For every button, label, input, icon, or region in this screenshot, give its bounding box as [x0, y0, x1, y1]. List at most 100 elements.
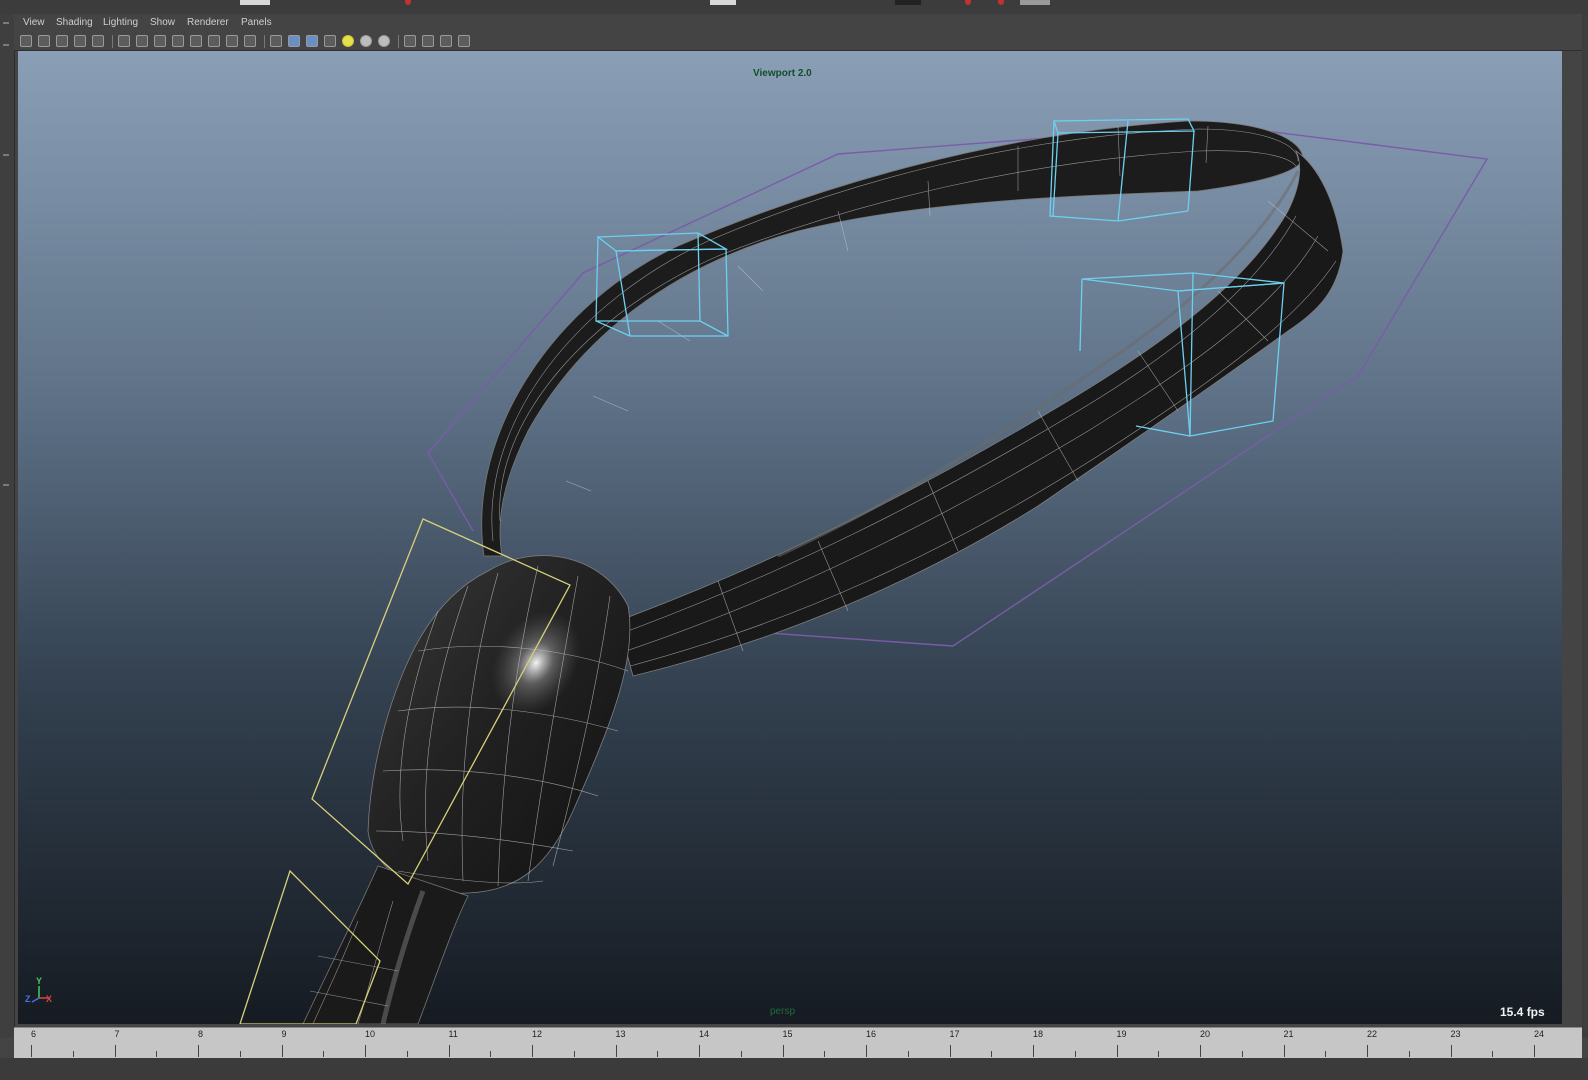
- viewport-3d[interactable]: Viewport 2.0 persp 15.4 fps Y Z X: [18, 51, 1562, 1024]
- default-lighting-icon[interactable]: [342, 35, 354, 47]
- right-gutter: [1582, 14, 1588, 1038]
- grid-icon[interactable]: [136, 35, 148, 47]
- frame-number: 24: [1534, 1029, 1545, 1039]
- top-chip-icon[interactable]: [240, 0, 270, 5]
- frame-tick-minor: [1408, 1051, 1410, 1057]
- top-chip-icon[interactable]: [895, 0, 921, 5]
- node-editor-icon[interactable]: [458, 35, 470, 47]
- frame-tick: [448, 1045, 450, 1057]
- frame-tick-minor: [824, 1051, 826, 1057]
- smooth-shade-icon[interactable]: [288, 35, 300, 47]
- menu-shading[interactable]: Shading: [56, 17, 93, 28]
- grease-pencil-icon[interactable]: [118, 35, 130, 47]
- frame-tick-minor: [657, 1051, 659, 1057]
- frame-tick: [114, 1045, 116, 1057]
- backface-culling-icon[interactable]: [440, 35, 452, 47]
- frame-tick-minor: [490, 1051, 492, 1057]
- safe-title-icon[interactable]: [244, 35, 256, 47]
- frame-tick-minor: [907, 1051, 909, 1057]
- wireframe-icon[interactable]: [270, 35, 282, 47]
- gutter-tick: [3, 44, 9, 46]
- axis-gizmo: Y Z X: [24, 976, 64, 1006]
- frame-tick: [1367, 1045, 1368, 1057]
- frame-number: 17: [949, 1029, 960, 1039]
- top-chip-icon[interactable]: [1020, 0, 1050, 5]
- frame-number: 20: [1200, 1029, 1211, 1039]
- camera-select-icon[interactable]: [20, 35, 32, 47]
- panel-toolbar: [14, 33, 1582, 51]
- renderer-label: Viewport 2.0: [753, 68, 812, 79]
- time-slider[interactable]: 6 7 8 9 10 11 12 13 14 15 16 17 18 19 20 21 22 23 24: [14, 1027, 1582, 1059]
- menu-view[interactable]: View: [23, 17, 45, 28]
- frame-number: 11: [448, 1029, 458, 1039]
- frame-tick-minor: [1241, 1051, 1243, 1057]
- frame-tick: [615, 1045, 617, 1057]
- frame-tick-minor: [1158, 1051, 1160, 1057]
- toolbar-separator: [398, 35, 399, 48]
- frame-number: 12: [532, 1029, 543, 1039]
- xray-icon[interactable]: [324, 35, 336, 47]
- camera-attributes-icon[interactable]: [38, 35, 50, 47]
- bookmark-icon[interactable]: [56, 35, 68, 47]
- menu-panels[interactable]: Panels: [241, 17, 272, 28]
- record-icon[interactable]: [405, 0, 411, 5]
- frame-number: 19: [1116, 1029, 1127, 1039]
- left-tool-gutter: [0, 14, 15, 1038]
- image-plane-icon[interactable]: [74, 35, 86, 47]
- frame-number: 10: [365, 1029, 376, 1039]
- frame-tick-minor: [991, 1051, 993, 1057]
- ambient-occlusion-icon[interactable]: [378, 35, 390, 47]
- record-icon[interactable]: [998, 0, 1004, 5]
- gate-mask-icon[interactable]: [190, 35, 202, 47]
- wireframe-on-shaded-icon[interactable]: [306, 35, 318, 47]
- frame-number: 21: [1283, 1029, 1294, 1039]
- scene-canvas[interactable]: [18, 51, 1562, 1024]
- top-status-strip: [0, 0, 1588, 15]
- xray-joints-icon[interactable]: [422, 35, 434, 47]
- resolution-gate-icon[interactable]: [172, 35, 184, 47]
- frame-tick-minor: [323, 1051, 325, 1057]
- gutter-tick: [3, 484, 9, 486]
- top-chip-icon[interactable]: [710, 0, 736, 5]
- bottom-strip: [0, 1058, 1588, 1080]
- record-icon[interactable]: [965, 0, 971, 5]
- shadows-icon[interactable]: [360, 35, 372, 47]
- film-gate-icon[interactable]: [154, 35, 166, 47]
- frame-tick: [1450, 1045, 1452, 1057]
- frame-tick: [1534, 1045, 1535, 1057]
- frame-tick-minor: [72, 1051, 74, 1057]
- frame-tick-minor: [1492, 1051, 1494, 1057]
- toolbar-separator: [112, 35, 113, 48]
- frame-number: 8: [198, 1029, 204, 1039]
- safe-action-icon[interactable]: [226, 35, 238, 47]
- frame-tick: [198, 1045, 199, 1057]
- tie-knot[interactable]: [367, 555, 631, 894]
- frame-tick: [31, 1045, 32, 1057]
- frame-tick: [532, 1045, 533, 1057]
- field-chart-icon[interactable]: [208, 35, 220, 47]
- tie-body[interactable]: [302, 865, 469, 1024]
- menu-show[interactable]: Show: [150, 17, 175, 28]
- frame-tick-minor: [406, 1051, 408, 1057]
- frame-number: 23: [1450, 1029, 1461, 1039]
- frame-number: 13: [615, 1029, 626, 1039]
- menu-renderer[interactable]: Renderer: [187, 17, 229, 28]
- frame-tick: [949, 1045, 951, 1057]
- frame-number: 18: [1033, 1029, 1044, 1039]
- toolbar-separator: [264, 35, 265, 48]
- menu-lighting[interactable]: Lighting: [103, 17, 138, 28]
- frame-tick-minor: [239, 1051, 241, 1057]
- frame-tick: [1116, 1045, 1118, 1057]
- axis-z-label: Z: [25, 994, 31, 1004]
- frame-tick-minor: [156, 1051, 158, 1057]
- frame-tick: [365, 1045, 366, 1057]
- frame-number: 22: [1367, 1029, 1378, 1039]
- frame-tick: [1283, 1045, 1285, 1057]
- axis-y-label: Y: [36, 976, 43, 986]
- two-d-pan-icon[interactable]: [92, 35, 104, 47]
- isolate-select-icon[interactable]: [404, 35, 416, 47]
- gutter-tick: [3, 22, 9, 24]
- frame-number: 15: [782, 1029, 793, 1039]
- frame-tick-minor: [1325, 1051, 1327, 1057]
- frame-tick: [782, 1045, 784, 1057]
